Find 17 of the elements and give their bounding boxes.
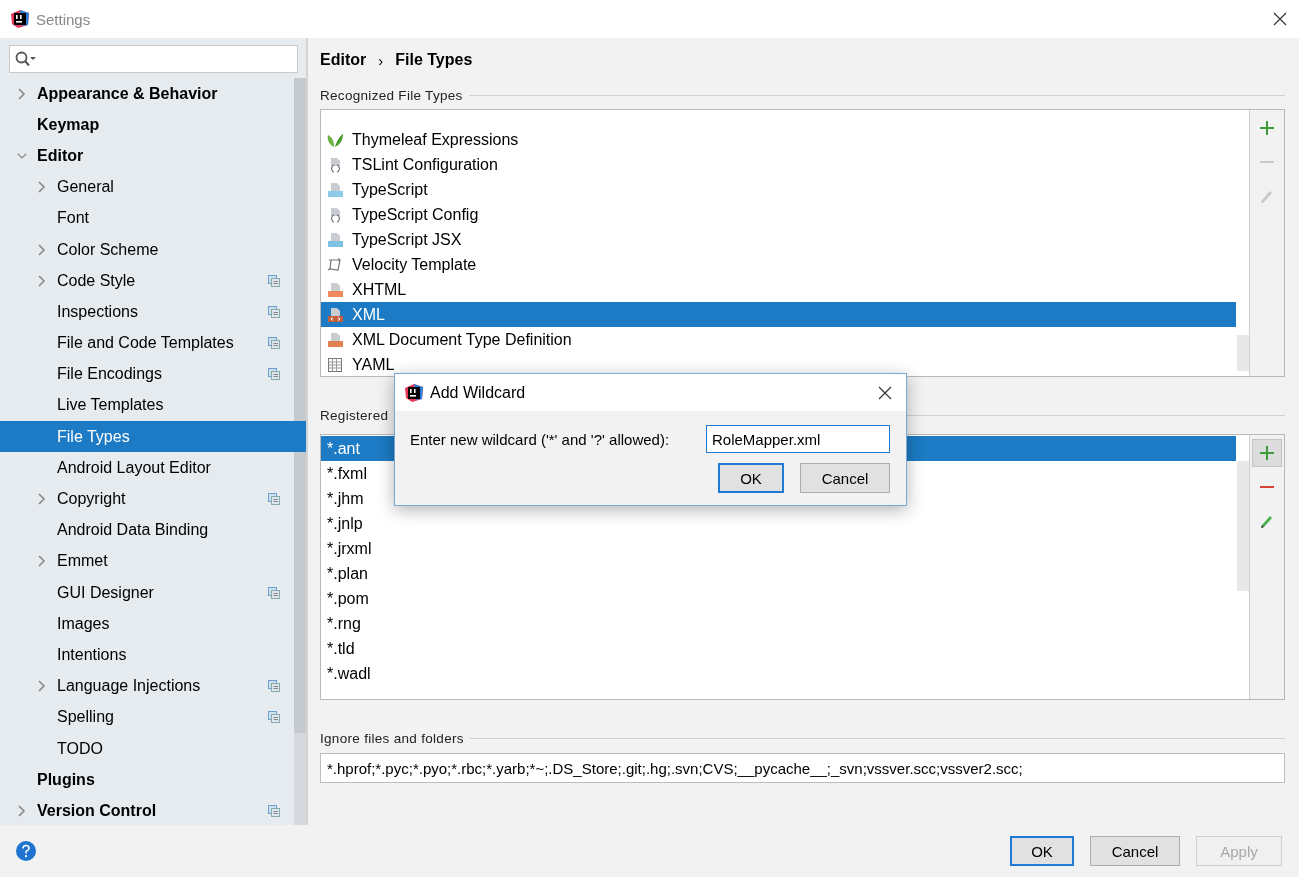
- file-type-label: Thymeleaf Expressions: [352, 130, 519, 149]
- file-type-label: TSLint Configuration: [352, 155, 498, 174]
- section-title: Recognized File Types: [320, 87, 463, 103]
- dialog-title: Add Wildcard: [430, 383, 527, 402]
- file-type-label: XML Document Type Definition: [352, 330, 572, 349]
- file-type-label: TypeScript: [352, 180, 428, 199]
- file-type-label: TypeScript Config: [352, 205, 479, 224]
- section-title: Ignore files and folders: [320, 730, 464, 746]
- file-type-label: XHTML: [352, 280, 407, 299]
- file-type-label: YAML: [352, 355, 395, 374]
- window-title: Settings: [36, 10, 92, 28]
- breadcrumb-separator: ›: [378, 51, 384, 69]
- file-type-label: TypeScript JSX: [352, 230, 462, 249]
- field-label: Enter new wildcard ('*' and '?' allowed):: [410, 430, 671, 448]
- file-type-label: Velocity Template: [352, 255, 477, 274]
- file-type-label: XML: [352, 305, 385, 324]
- section-title: Registered: [320, 407, 389, 423]
